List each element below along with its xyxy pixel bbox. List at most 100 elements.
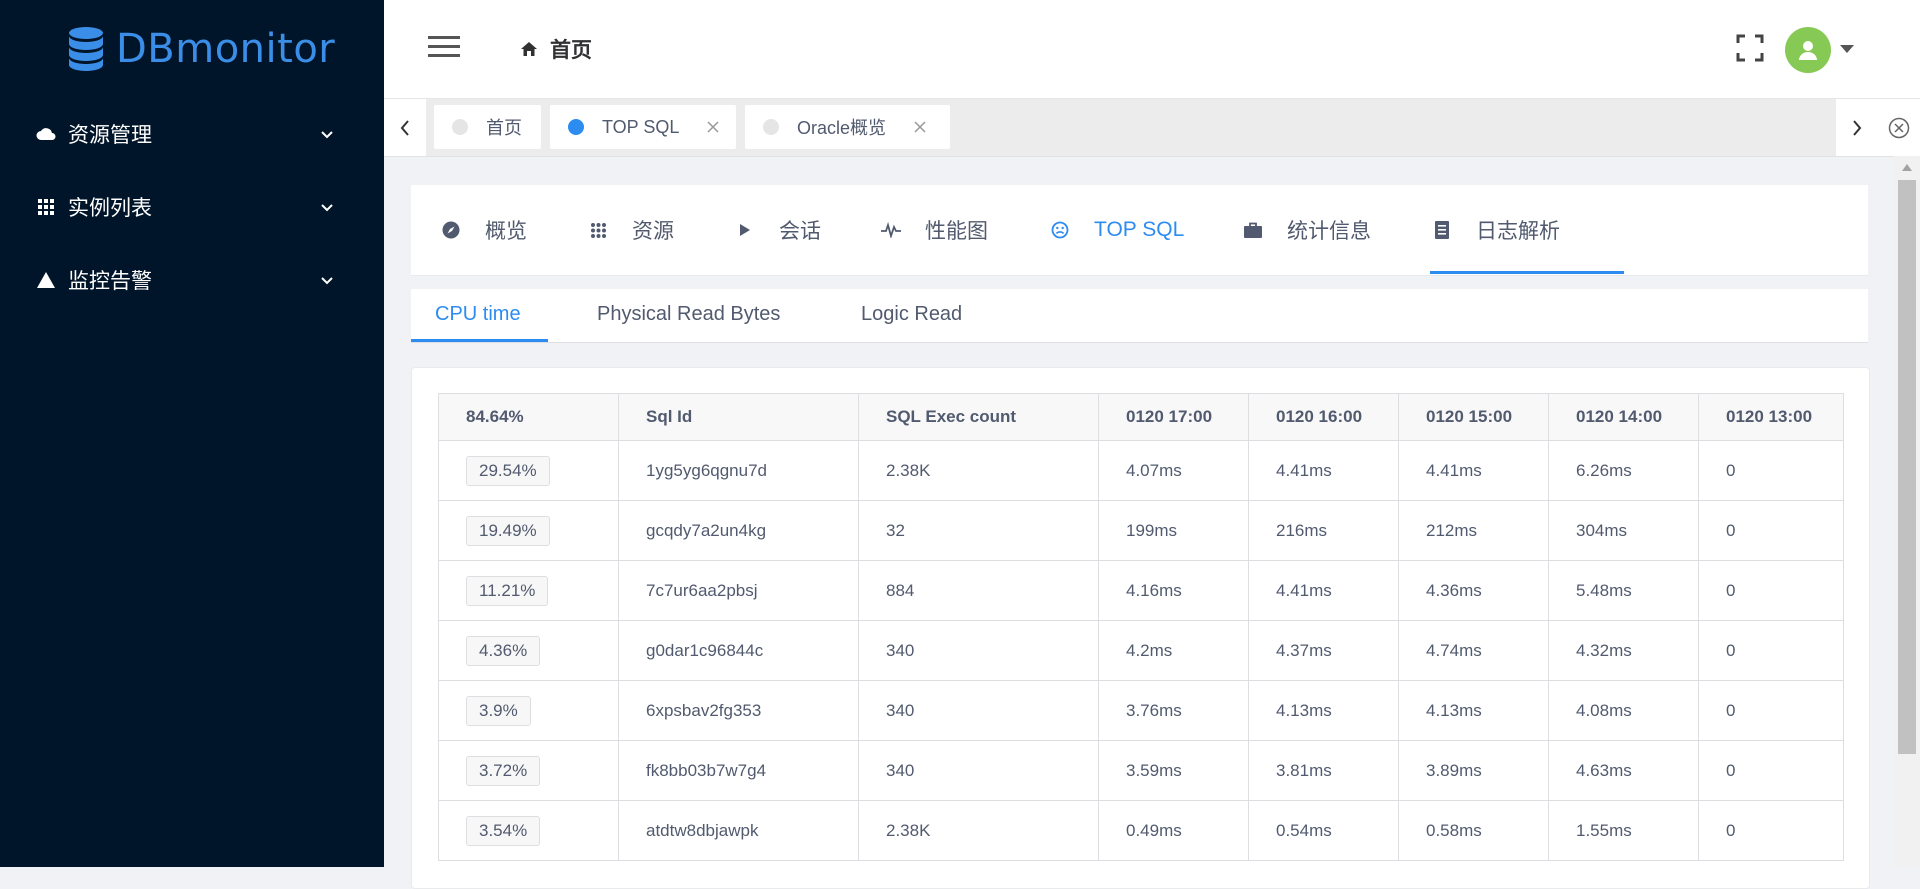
tab-cpu-time[interactable]: CPU time	[435, 303, 521, 326]
tab-resources[interactable]: 资源	[588, 185, 674, 275]
tab-dot	[763, 119, 779, 135]
table-row[interactable]: 3.54% atdtw8dbjawpk 2.38K 0.49ms 0.54ms …	[438, 800, 1844, 861]
table-cell: 4.41ms	[1248, 560, 1399, 621]
table-row[interactable]: 3.9% 6xpsbav2fg353 340 3.76ms 4.13ms 4.1…	[438, 680, 1844, 741]
close-icon[interactable]	[707, 121, 719, 133]
table-row[interactable]: 4.36% g0dar1c96844c 340 4.2ms 4.37ms 4.7…	[438, 620, 1844, 681]
vertical-scrollbar[interactable]	[1894, 156, 1920, 867]
caret-down-icon[interactable]	[1840, 45, 1854, 53]
tab-label: TOP SQL	[602, 116, 680, 137]
chevron-down-icon	[321, 131, 333, 139]
tab-performance-chart[interactable]: 性能图	[881, 185, 988, 275]
table-cell: 19.49%	[438, 500, 619, 561]
percentage-badge: 4.36%	[466, 635, 541, 666]
tab-logic-read[interactable]: Logic Read	[861, 303, 962, 326]
grid-icon	[36, 197, 56, 217]
tab-overview[interactable]: 概览	[441, 185, 527, 275]
table-cell: 4.08ms	[1548, 680, 1699, 741]
table-cell: g0dar1c96844c	[618, 620, 859, 681]
sidebar-item-resource-management[interactable]: 资源管理	[0, 104, 384, 164]
sidebar-item-label: 监控告警	[68, 270, 152, 293]
chevron-right-icon	[1853, 119, 1862, 136]
tab-physical-read-bytes[interactable]: Physical Read Bytes	[597, 303, 780, 326]
table-row[interactable]: 19.49% gcqdy7a2un4kg 32 199ms 216ms 212m…	[438, 500, 1844, 561]
tab-home[interactable]: 首页	[434, 105, 541, 149]
frown-icon	[1050, 220, 1070, 240]
table-cell: 4.13ms	[1398, 680, 1549, 741]
menu-toggle-icon[interactable]	[428, 34, 460, 60]
briefcase-icon	[1243, 220, 1263, 240]
table-cell: 4.41ms	[1398, 440, 1549, 501]
table-cell: 1.55ms	[1548, 800, 1699, 861]
table-row[interactable]: 3.72% fk8bb03b7w7g4 340 3.59ms 3.81ms 3.…	[438, 740, 1844, 801]
tab-top-sql[interactable]: TOP SQL	[1050, 185, 1184, 275]
top-sql-table: 84.64% Sql Id SQL Exec count 0120 17:00 …	[438, 393, 1844, 861]
percentage-badge: 29.54%	[466, 455, 550, 486]
close-circle-icon	[1888, 117, 1910, 138]
percentage-badge: 19.49%	[466, 515, 550, 546]
table-cell: 4.63ms	[1548, 740, 1699, 801]
table-cell: 1yg5yg6qgnu7d	[618, 440, 859, 501]
breadcrumb-home: 首页	[550, 39, 592, 62]
table-cell: 0	[1698, 800, 1844, 861]
tab-label: TOP SQL	[1094, 218, 1185, 241]
table-cell: 0	[1698, 680, 1844, 741]
table-cell: 4.36%	[438, 620, 619, 681]
column-header-exec-count[interactable]: SQL Exec count	[858, 393, 1099, 441]
sidebar-item-instance-list[interactable]: 实例列表	[0, 177, 384, 237]
column-header-percentage[interactable]: 84.64%	[438, 393, 619, 441]
tab-label: Oracle概览	[797, 118, 887, 138]
column-header-sql-id[interactable]: Sql Id	[618, 393, 859, 441]
column-header-time[interactable]: 0120 17:00	[1098, 393, 1249, 441]
tab-statistics[interactable]: 统计信息	[1243, 185, 1371, 275]
table-cell: 340	[858, 680, 1099, 741]
table-cell: 304ms	[1548, 500, 1699, 561]
table-cell: 3.59ms	[1098, 740, 1249, 801]
table-cell: 340	[858, 620, 1099, 681]
table-cell: 6xpsbav2fg353	[618, 680, 859, 741]
table-cell: 0	[1698, 440, 1844, 501]
app-logo[interactable]: DBmonitor	[68, 24, 335, 74]
tab-label: 概览	[485, 220, 527, 243]
percentage-badge: 3.72%	[466, 755, 541, 786]
tab-sessions[interactable]: 会话	[735, 185, 821, 275]
table-cell: 3.9%	[438, 680, 619, 741]
app-name: DBmonitor	[116, 26, 336, 72]
table-cell: 4.07ms	[1098, 440, 1249, 501]
tab-dot	[568, 119, 584, 135]
tab-label: 日志解析	[1476, 220, 1560, 243]
fullscreen-icon[interactable]	[1736, 34, 1764, 62]
column-header-time[interactable]: 0120 15:00	[1398, 393, 1549, 441]
avatar[interactable]	[1785, 27, 1831, 73]
scrollbar-thumb[interactable]	[1898, 180, 1916, 754]
breadcrumb[interactable]: 首页	[520, 34, 592, 64]
close-icon[interactable]	[914, 121, 926, 133]
table-cell: 0	[1698, 500, 1844, 561]
play-icon	[735, 220, 755, 240]
table-cell: 3.54%	[438, 800, 619, 861]
table-cell: 3.76ms	[1098, 680, 1249, 741]
sidebar-item-monitoring-alerts[interactable]: 监控告警	[0, 250, 384, 310]
chevron-down-icon	[321, 277, 333, 285]
table-row[interactable]: 29.54% 1yg5yg6qgnu7d 2.38K 4.07ms 4.41ms…	[438, 440, 1844, 501]
table-cell: 199ms	[1098, 500, 1249, 561]
close-all-tabs[interactable]	[1878, 99, 1920, 156]
column-header-time[interactable]: 0120 14:00	[1548, 393, 1699, 441]
scroll-up-arrow-icon[interactable]	[1902, 164, 1912, 171]
tab-oracle-overview[interactable]: Oracle概览	[745, 105, 950, 149]
compass-icon	[441, 220, 461, 240]
table-cell: 4.32ms	[1548, 620, 1699, 681]
chevron-left-icon	[400, 119, 409, 136]
tab-log-parsing[interactable]: 日志解析	[1432, 185, 1560, 275]
table-row[interactable]: 11.21% 7c7ur6aa2pbsj 884 4.16ms 4.41ms 4…	[438, 560, 1844, 621]
column-header-time[interactable]: 0120 16:00	[1248, 393, 1399, 441]
table-cell: 0	[1698, 620, 1844, 681]
tabs-scroll-right[interactable]	[1836, 99, 1878, 156]
table-header-row: 84.64% Sql Id SQL Exec count 0120 17:00 …	[438, 393, 1844, 441]
column-header-time[interactable]: 0120 13:00	[1698, 393, 1844, 441]
tabs-scroll-left[interactable]	[384, 99, 426, 156]
tab-top-sql[interactable]: TOP SQL	[550, 105, 736, 149]
home-icon	[521, 42, 537, 56]
table-cell: 3.81ms	[1248, 740, 1399, 801]
active-tab-indicator	[1430, 271, 1624, 274]
